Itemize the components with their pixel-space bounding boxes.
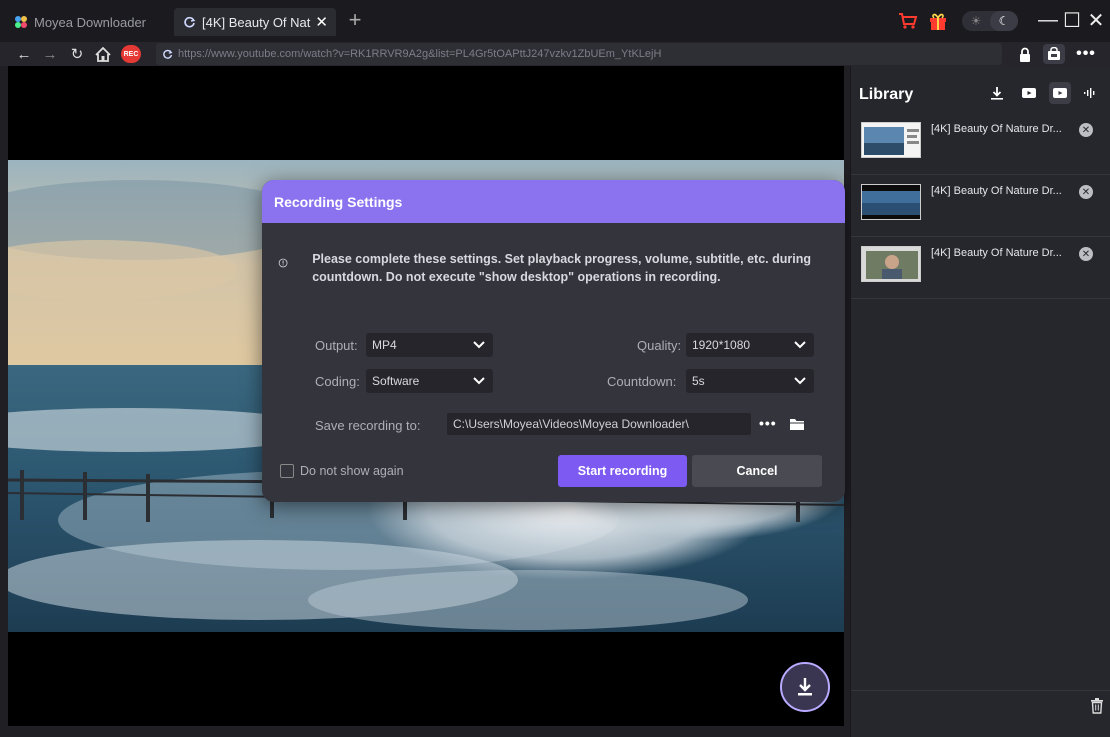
cancel-button[interactable]: Cancel	[692, 455, 822, 487]
countdown-label: Countdown:	[607, 374, 677, 389]
recording-settings-dialog: Recording Settings Please complete these…	[262, 180, 845, 502]
trash-icon[interactable]	[1090, 698, 1104, 714]
notice: Please complete these settings. Set play…	[278, 250, 828, 286]
quality-label: Quality:	[637, 338, 682, 353]
download-icon	[798, 678, 812, 696]
sun-icon[interactable]: ☀	[962, 11, 990, 31]
countdown-value: 5s	[692, 374, 705, 388]
notice-text: Please complete these settings. Set play…	[312, 252, 811, 284]
quality-value: 1920*1080	[692, 338, 751, 352]
gift-icon[interactable]	[928, 8, 948, 34]
remove-item-icon[interactable]: ✕	[1079, 185, 1093, 199]
info-icon	[278, 258, 288, 268]
moon-icon[interactable]: ☾	[990, 11, 1018, 31]
tab-beauty-of-nature[interactable]: [4K] Beauty Of Nature ✕	[174, 8, 336, 36]
app-logo-icon	[14, 15, 28, 29]
title-bar: Moyea Downloader [4K] Beauty Of Nature ✕…	[0, 0, 1110, 42]
library-item-title: [4K] Beauty Of Nature Dr...	[931, 123, 1062, 135]
folder-icon[interactable]	[789, 417, 805, 431]
library-item-title: [4K] Beauty Of Nature Dr...	[931, 185, 1062, 197]
close-window-button[interactable]: ✕	[1083, 6, 1109, 34]
coding-label: Coding:	[315, 374, 360, 389]
navigation-bar: ← → ↻ REC https://www.youtube.com/watch?…	[0, 42, 1110, 66]
start-recording-button[interactable]: Start recording	[558, 455, 687, 487]
tab-close-icon[interactable]: ✕	[315, 13, 328, 31]
do-not-show-again-row[interactable]: Do not show again	[280, 464, 404, 478]
library-item-title: [4K] Beauty Of Nature Dr...	[931, 247, 1062, 259]
tab-moyea-downloader[interactable]: Moyea Downloader	[6, 8, 166, 36]
download-icon	[991, 87, 1003, 100]
remove-item-icon[interactable]: ✕	[1079, 123, 1093, 137]
library-item[interactable]: [4K] Beauty Of Nature Dr... ✕	[851, 176, 1110, 237]
coding-select[interactable]: Software	[366, 369, 493, 393]
browse-more-button[interactable]: •••	[759, 415, 777, 431]
video-tab[interactable]	[1018, 82, 1040, 104]
output-label: Output:	[315, 338, 358, 353]
home-button[interactable]	[93, 44, 113, 64]
chevron-down-icon	[473, 341, 485, 349]
dialog-title: Recording Settings	[262, 180, 845, 223]
minimize-button[interactable]: —	[1035, 6, 1061, 34]
play-video-icon	[1053, 88, 1067, 98]
download-video-button[interactable]	[780, 662, 830, 712]
maximize-button[interactable]: ☐	[1059, 6, 1085, 34]
audio-tab[interactable]	[1079, 82, 1101, 104]
cart-icon[interactable]	[898, 8, 918, 34]
library-footer-divider	[851, 690, 1110, 691]
reload-button[interactable]: ↻	[67, 44, 87, 64]
private-mode-icon[interactable]	[1043, 44, 1065, 64]
library-item[interactable]: [4K] Beauty Of Nature Dr... ✕	[851, 238, 1110, 299]
audio-wave-icon	[1084, 88, 1095, 98]
recorded-video-tab[interactable]	[1049, 82, 1071, 104]
url-text: https://www.youtube.com/watch?v=RK1RRVR9…	[178, 48, 662, 60]
video-icon	[1022, 88, 1036, 98]
video-thumbnail	[861, 184, 921, 220]
quality-select[interactable]: 1920*1080	[686, 333, 814, 357]
coding-value: Software	[372, 374, 420, 388]
video-thumbnail	[861, 122, 921, 158]
remove-item-icon[interactable]: ✕	[1079, 247, 1093, 261]
save-location-label: Save recording to:	[315, 418, 421, 433]
lock-icon[interactable]	[1014, 44, 1036, 64]
forward-button[interactable]: →	[40, 44, 60, 64]
app-window: Moyea Downloader [4K] Beauty Of Nature ✕…	[0, 0, 1110, 737]
page-loading-icon	[162, 49, 173, 60]
library-title: Library	[859, 86, 914, 103]
address-bar[interactable]: https://www.youtube.com/watch?v=RK1RRVR9…	[156, 43, 1002, 65]
library-panel: Library [4K] Beauty Of Nature Dr... ✕ [4…	[850, 66, 1110, 737]
more-menu-icon[interactable]: •••	[1075, 44, 1097, 64]
tab-title: Moyea Downloader	[34, 14, 147, 30]
video-thumbnail	[861, 246, 921, 282]
home-icon	[95, 46, 111, 62]
tab-title: [4K] Beauty Of Nature	[202, 14, 311, 30]
save-path-field[interactable]: C:\Users\Moyea\Videos\Moyea Downloader\	[447, 413, 751, 435]
chevron-down-icon	[794, 377, 806, 385]
theme-toggle[interactable]: ☀ ☾	[962, 11, 1018, 31]
loading-icon	[182, 15, 196, 29]
record-button[interactable]: REC	[121, 45, 141, 63]
do-not-show-again-checkbox[interactable]	[280, 464, 294, 478]
countdown-select[interactable]: 5s	[686, 369, 814, 393]
new-tab-button[interactable]: +	[344, 8, 366, 34]
downloading-tab[interactable]	[986, 82, 1008, 104]
checkbox-label: Do not show again	[300, 464, 404, 478]
output-select[interactable]: MP4	[366, 333, 493, 357]
status-strip	[0, 726, 850, 737]
chevron-down-icon	[473, 377, 485, 385]
back-button[interactable]: ←	[14, 44, 34, 64]
output-value: MP4	[372, 338, 397, 352]
library-item[interactable]: [4K] Beauty Of Nature Dr... ✕	[851, 114, 1110, 175]
chevron-down-icon	[794, 341, 806, 349]
